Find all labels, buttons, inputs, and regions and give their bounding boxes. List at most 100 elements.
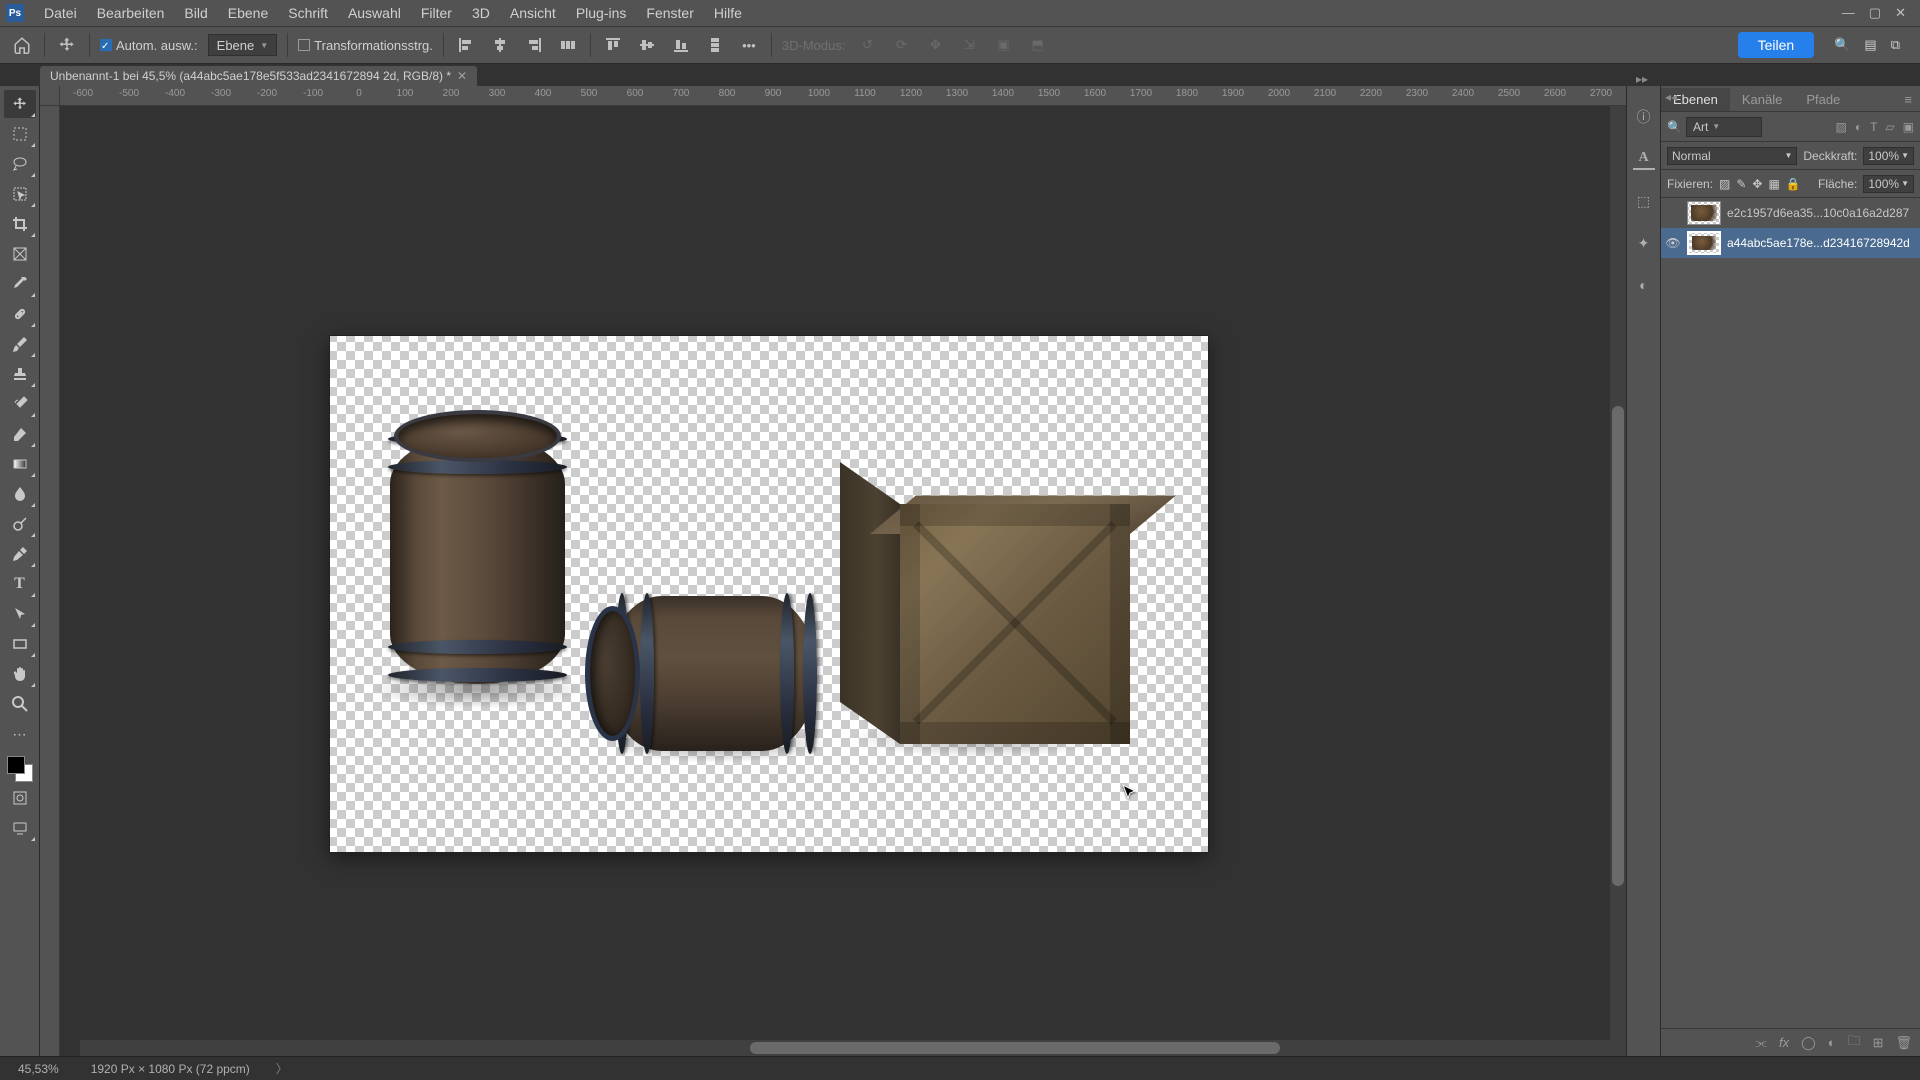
layer-fx-icon[interactable]: fx [1779,1035,1789,1050]
tool-history-brush[interactable] [4,390,36,418]
align-vcenter-icon[interactable] [635,33,659,57]
tool-crop[interactable] [4,210,36,238]
canvas-area[interactable] [60,106,1626,1056]
menu-3d[interactable]: 3D [462,2,500,24]
delete-layer-icon[interactable]: 🗑 [1895,1035,1912,1051]
menu-image[interactable]: Bild [174,2,217,24]
3d-orbit-icon[interactable]: ⟳ [889,33,913,57]
horizontal-scrollbar[interactable] [80,1040,1626,1056]
3d-toggle-icon[interactable]: ⬒ [1025,33,1049,57]
layer-visibility-icon[interactable]: 👁 [1665,236,1681,250]
info-panel-icon[interactable]: ⓘ [1633,106,1655,128]
horizontal-ruler[interactable]: -600-500-400-300-200-1000100200300400500… [40,86,1626,106]
tool-edit-toolbar[interactable]: ⋯ [4,720,36,748]
status-doc-info[interactable]: 1920 Px × 1080 Px (72 ppcm) [85,1062,256,1076]
tool-lasso[interactable] [4,150,36,178]
tool-path-select[interactable] [4,600,36,628]
group-icon[interactable]: 🗀 [1848,1032,1861,1054]
libraries-panel-icon[interactable]: ✦ [1633,232,1655,254]
tool-zoom[interactable] [4,690,36,718]
3d-dolly-icon[interactable]: ⇲ [957,33,981,57]
3d-pan-icon[interactable]: ✥ [923,33,947,57]
collapse-panel-icon[interactable]: ◂◂ [1665,90,1677,104]
new-layer-icon[interactable]: ⊞ [1873,1035,1884,1051]
layer-name[interactable]: e2c1957d6ea35...10c0a16a2d287 [1727,206,1916,220]
filter-shape-icon[interactable]: ▱ [1885,120,1894,134]
vertical-ruler[interactable] [40,106,60,1056]
fill-field[interactable]: 100%▼ [1863,175,1914,193]
artboard[interactable] [330,336,1208,852]
move-tool-icon[interactable] [55,33,79,57]
distribute-h-icon[interactable] [556,33,580,57]
layer-thumbnail[interactable] [1687,201,1721,225]
filter-search-icon[interactable]: 🔍 [1667,120,1682,134]
layer-row[interactable]: 👁 a44abc5ae178e...d23416728942d [1661,228,1920,258]
tool-type[interactable]: T [4,570,36,598]
layer-kind-dropdown[interactable]: Art▼ [1686,117,1762,137]
align-top-icon[interactable] [601,33,625,57]
tool-gradient[interactable] [4,450,36,478]
vertical-scrollbar[interactable] [1610,106,1626,1040]
status-zoom[interactable]: 45,53% [12,1062,65,1076]
tab-paths[interactable]: Pfade [1794,88,1852,111]
lock-position-icon[interactable]: ✥ [1752,177,1762,191]
tool-marquee[interactable] [4,120,36,148]
tool-move[interactable] [4,90,36,118]
workspace-icon[interactable]: ▤ [1864,37,1876,53]
menu-help[interactable]: Hilfe [704,2,752,24]
tool-screen-mode[interactable] [4,814,36,842]
tool-eraser[interactable] [4,420,36,448]
character-panel-icon[interactable]: A [1633,148,1655,170]
align-hcenter-icon[interactable] [488,33,512,57]
opacity-field[interactable]: 100%▼ [1863,147,1914,165]
filter-smart-icon[interactable]: ▣ [1903,120,1914,134]
auto-select-checkbox[interactable]: Autom. ausw.: [100,38,198,53]
share-button[interactable]: Teilen [1738,32,1815,58]
tool-frame[interactable] [4,240,36,268]
panel-menu-icon[interactable]: ≡ [1896,88,1920,111]
3d-camera-icon[interactable]: ▣ [991,33,1015,57]
window-close-icon[interactable]: ✕ [1895,5,1906,21]
auto-select-mode-dropdown[interactable]: Ebene▼ [208,34,278,56]
layer-thumbnail[interactable] [1687,231,1721,255]
3d-panel-icon[interactable]: ⬚ [1633,190,1655,212]
tool-pen[interactable] [4,540,36,568]
tool-blur[interactable] [4,480,36,508]
home-icon[interactable] [10,33,34,57]
window-restore-icon[interactable]: ▢ [1869,5,1881,21]
distribute-v-icon[interactable] [703,33,727,57]
status-arrow-icon[interactable]: 〉 [276,1060,288,1077]
tool-rectangle[interactable] [4,630,36,658]
blend-mode-dropdown[interactable]: Normal▼ [1667,147,1797,165]
lock-transparency-icon[interactable]: ▨ [1719,177,1730,191]
menu-window[interactable]: Fenster [636,2,703,24]
menu-edit[interactable]: Bearbeiten [87,2,175,24]
more-options-icon[interactable]: ••• [737,33,761,57]
menu-file[interactable]: Datei [34,2,87,24]
tool-quick-mask[interactable] [4,784,36,812]
layer-name[interactable]: a44abc5ae178e...d23416728942d [1727,236,1916,250]
color-panel-icon[interactable]: ◐ [1633,274,1655,296]
search-icon[interactable]: 🔍 [1834,37,1850,53]
filter-pixel-icon[interactable]: ▨ [1835,120,1846,134]
lock-pixels-icon[interactable]: ✎ [1736,177,1746,191]
menu-view[interactable]: Ansicht [500,2,566,24]
tab-channels[interactable]: Kanäle [1730,88,1794,111]
window-minimize-icon[interactable]: — [1842,5,1855,21]
layer-row[interactable]: e2c1957d6ea35...10c0a16a2d287 [1661,198,1920,228]
layer-mask-icon[interactable]: ◯ [1801,1035,1816,1051]
close-tab-icon[interactable]: ✕ [457,69,467,83]
filter-type-icon[interactable]: T [1870,120,1877,134]
menu-filter[interactable]: Filter [411,2,462,24]
tool-eyedropper[interactable] [4,270,36,298]
color-swatches[interactable] [7,756,33,782]
align-bottom-icon[interactable] [669,33,693,57]
menu-plugins[interactable]: Plug-ins [566,2,637,24]
tool-brush[interactable] [4,330,36,358]
menu-type[interactable]: Schrift [278,2,338,24]
tool-stamp[interactable] [4,360,36,388]
filter-adjust-icon[interactable]: ◐ [1855,120,1862,134]
expand-dock-icon[interactable]: ▸▸ [1636,72,1648,86]
lock-artboard-icon[interactable]: ▦ [1768,177,1779,191]
lock-all-icon[interactable]: 🔒 [1786,177,1801,191]
